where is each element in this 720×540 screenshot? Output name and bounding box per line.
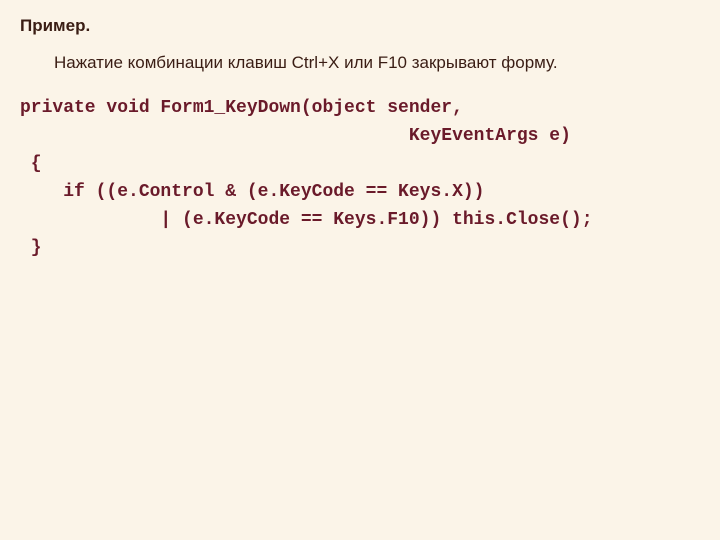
- description-paragraph: Нажатие комбинации клавиш Ctrl+X или F10…: [20, 51, 700, 76]
- code-block: private void Form1_KeyDown(object sender…: [20, 95, 700, 262]
- page-content: Пример. Нажатие комбинации клавиш Ctrl+X…: [0, 0, 720, 277]
- example-heading: Пример.: [20, 14, 700, 39]
